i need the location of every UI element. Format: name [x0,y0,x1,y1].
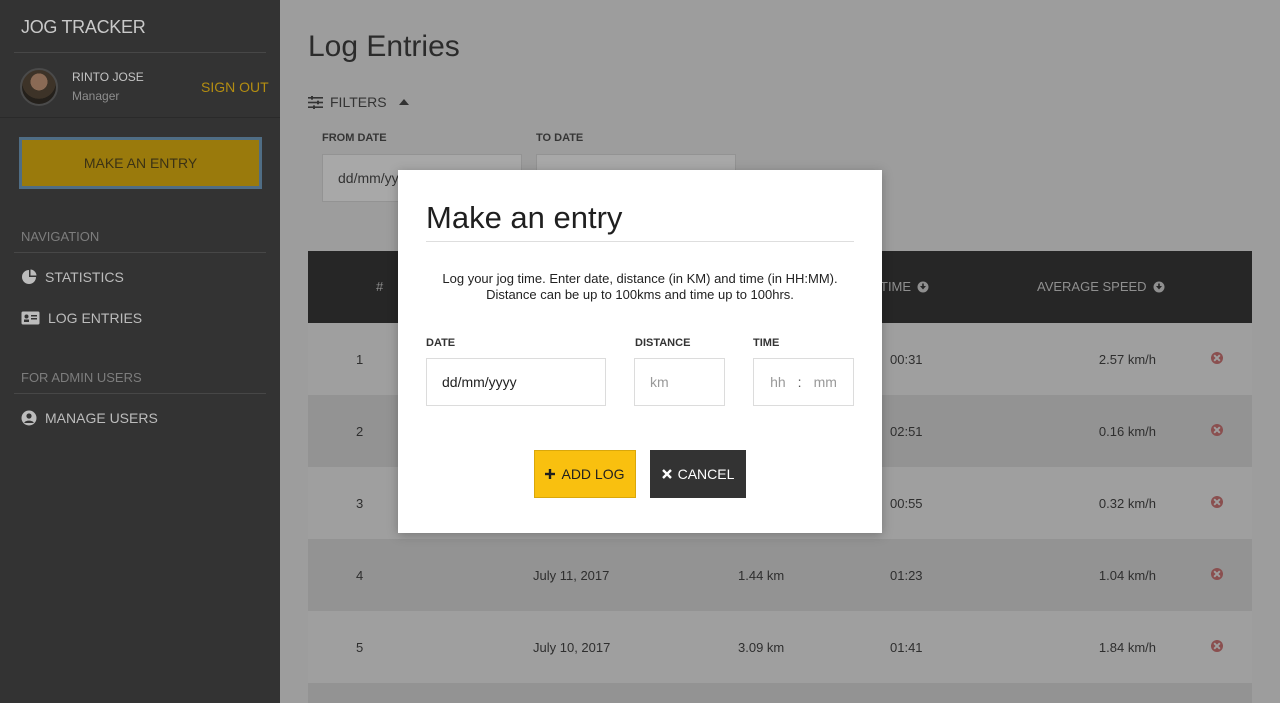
page-title: Log Entries [308,30,460,63]
table-row: 5 July 10, 2017 3.09 km 01:41 1.84 km/h [308,611,1252,683]
make-entry-button[interactable]: MAKE AN ENTRY [19,137,262,189]
cell-number: 1 [356,352,364,367]
description-line: Log your jog time. Enter date, distance … [442,271,838,286]
cell-time: 00:55 [890,496,923,511]
sidebar-item-statistics[interactable]: STATISTICS [21,269,124,285]
date-label: DATE [426,337,456,349]
cell-time: 01:41 [890,640,923,655]
divider [14,52,266,53]
cell-distance: 3.09 km [738,640,785,655]
cell-number: 5 [356,640,364,655]
user-circle-icon [21,410,37,426]
cell-distance: 1.44 km [738,568,785,583]
delete-icon[interactable] [1211,496,1223,508]
make-entry-modal: Make an entry Log your jog time. Enter d… [398,170,882,533]
sidebar-item-label: LOG ENTRIES [48,310,143,326]
id-card-icon [21,311,40,325]
filters-label: FILTERS [330,94,387,110]
cell-time: 00:31 [890,352,923,367]
column-header-time[interactable]: TIME [880,279,929,294]
delete-icon[interactable] [1211,640,1223,652]
cell-speed: 1.84 km/h [1098,640,1156,655]
distance-field[interactable]: km [634,358,725,406]
sign-out-link[interactable]: SIGN OUT [201,79,269,95]
sidebar-item-label: MANAGE USERS [45,410,158,426]
plus-icon [545,469,556,479]
delete-icon[interactable] [1211,424,1223,436]
divider [0,117,280,118]
column-header-label: AVERAGE SPEED [1037,279,1147,294]
column-header-label: TIME [880,279,912,294]
cell-number: 2 [356,424,364,439]
pie-chart-icon [22,269,37,284]
cell-date: July 11, 2017 [533,568,610,583]
table-row [308,683,1252,703]
nav-section-title: NAVIGATION [21,229,100,244]
cell-speed: 2.57 km/h [1098,352,1156,367]
cell-speed: 0.16 km/h [1098,424,1156,439]
table-row: 4 July 11, 2017 1.44 km 01:23 1.04 km/h [308,539,1252,611]
sliders-icon [308,95,323,109]
cancel-button[interactable]: CANCEL [650,450,746,498]
caret-up-icon [398,99,409,105]
modal-title: Make an entry [426,200,623,235]
delete-icon[interactable] [1211,352,1223,364]
app-brand: JOG TRACKER [21,17,146,37]
cell-number: 3 [356,496,364,511]
cell-speed: 1.04 km/h [1098,568,1156,583]
user-name: RINTO JOSE [72,70,144,84]
delete-icon[interactable] [1211,568,1223,580]
cell-number: 4 [356,568,364,583]
add-log-button[interactable]: ADD LOG [534,450,636,498]
cell-time: 02:51 [890,424,923,439]
description-line: Distance can be up to 100kms and time up… [486,287,794,302]
time-separator: : [797,374,802,390]
cell-time: 01:23 [890,568,923,583]
admin-section-title: FOR ADMIN USERS [21,370,142,385]
cell-speed: 0.32 km/h [1098,496,1156,511]
hours-input[interactable]: hh [770,374,786,390]
sort-down-icon [1153,281,1165,292]
divider [14,393,266,394]
filters-toggle[interactable]: FILTERS [308,94,409,110]
divider [426,241,854,242]
sidebar-item-manage-users[interactable]: MANAGE USERS [21,410,158,426]
to-date-label: TO DATE [536,132,584,144]
close-icon [661,469,672,479]
divider [14,252,266,253]
column-header-number: # [376,279,384,294]
sidebar: JOG TRACKER RINTO JOSE Manager SIGN OUT … [0,0,280,703]
user-role: Manager [72,89,120,103]
distance-label: DISTANCE [635,337,691,349]
sidebar-item-label: STATISTICS [45,269,124,285]
minutes-input[interactable]: mm [814,374,837,390]
column-header-average-speed[interactable]: AVERAGE SPEED [1037,279,1165,294]
cancel-label: CANCEL [677,466,735,482]
avatar [20,68,58,106]
sort-down-icon [917,281,929,292]
time-field[interactable]: hh : mm [753,358,854,406]
modal-description: Log your jog time. Enter date, distance … [426,271,854,303]
sidebar-item-log-entries[interactable]: LOG ENTRIES [21,310,142,326]
cell-date: July 10, 2017 [533,640,611,655]
date-field[interactable]: dd/mm/yyyy [426,358,606,406]
add-log-label: ADD LOG [561,466,625,482]
time-label: TIME [753,337,780,349]
from-date-label: FROM DATE [322,132,387,144]
